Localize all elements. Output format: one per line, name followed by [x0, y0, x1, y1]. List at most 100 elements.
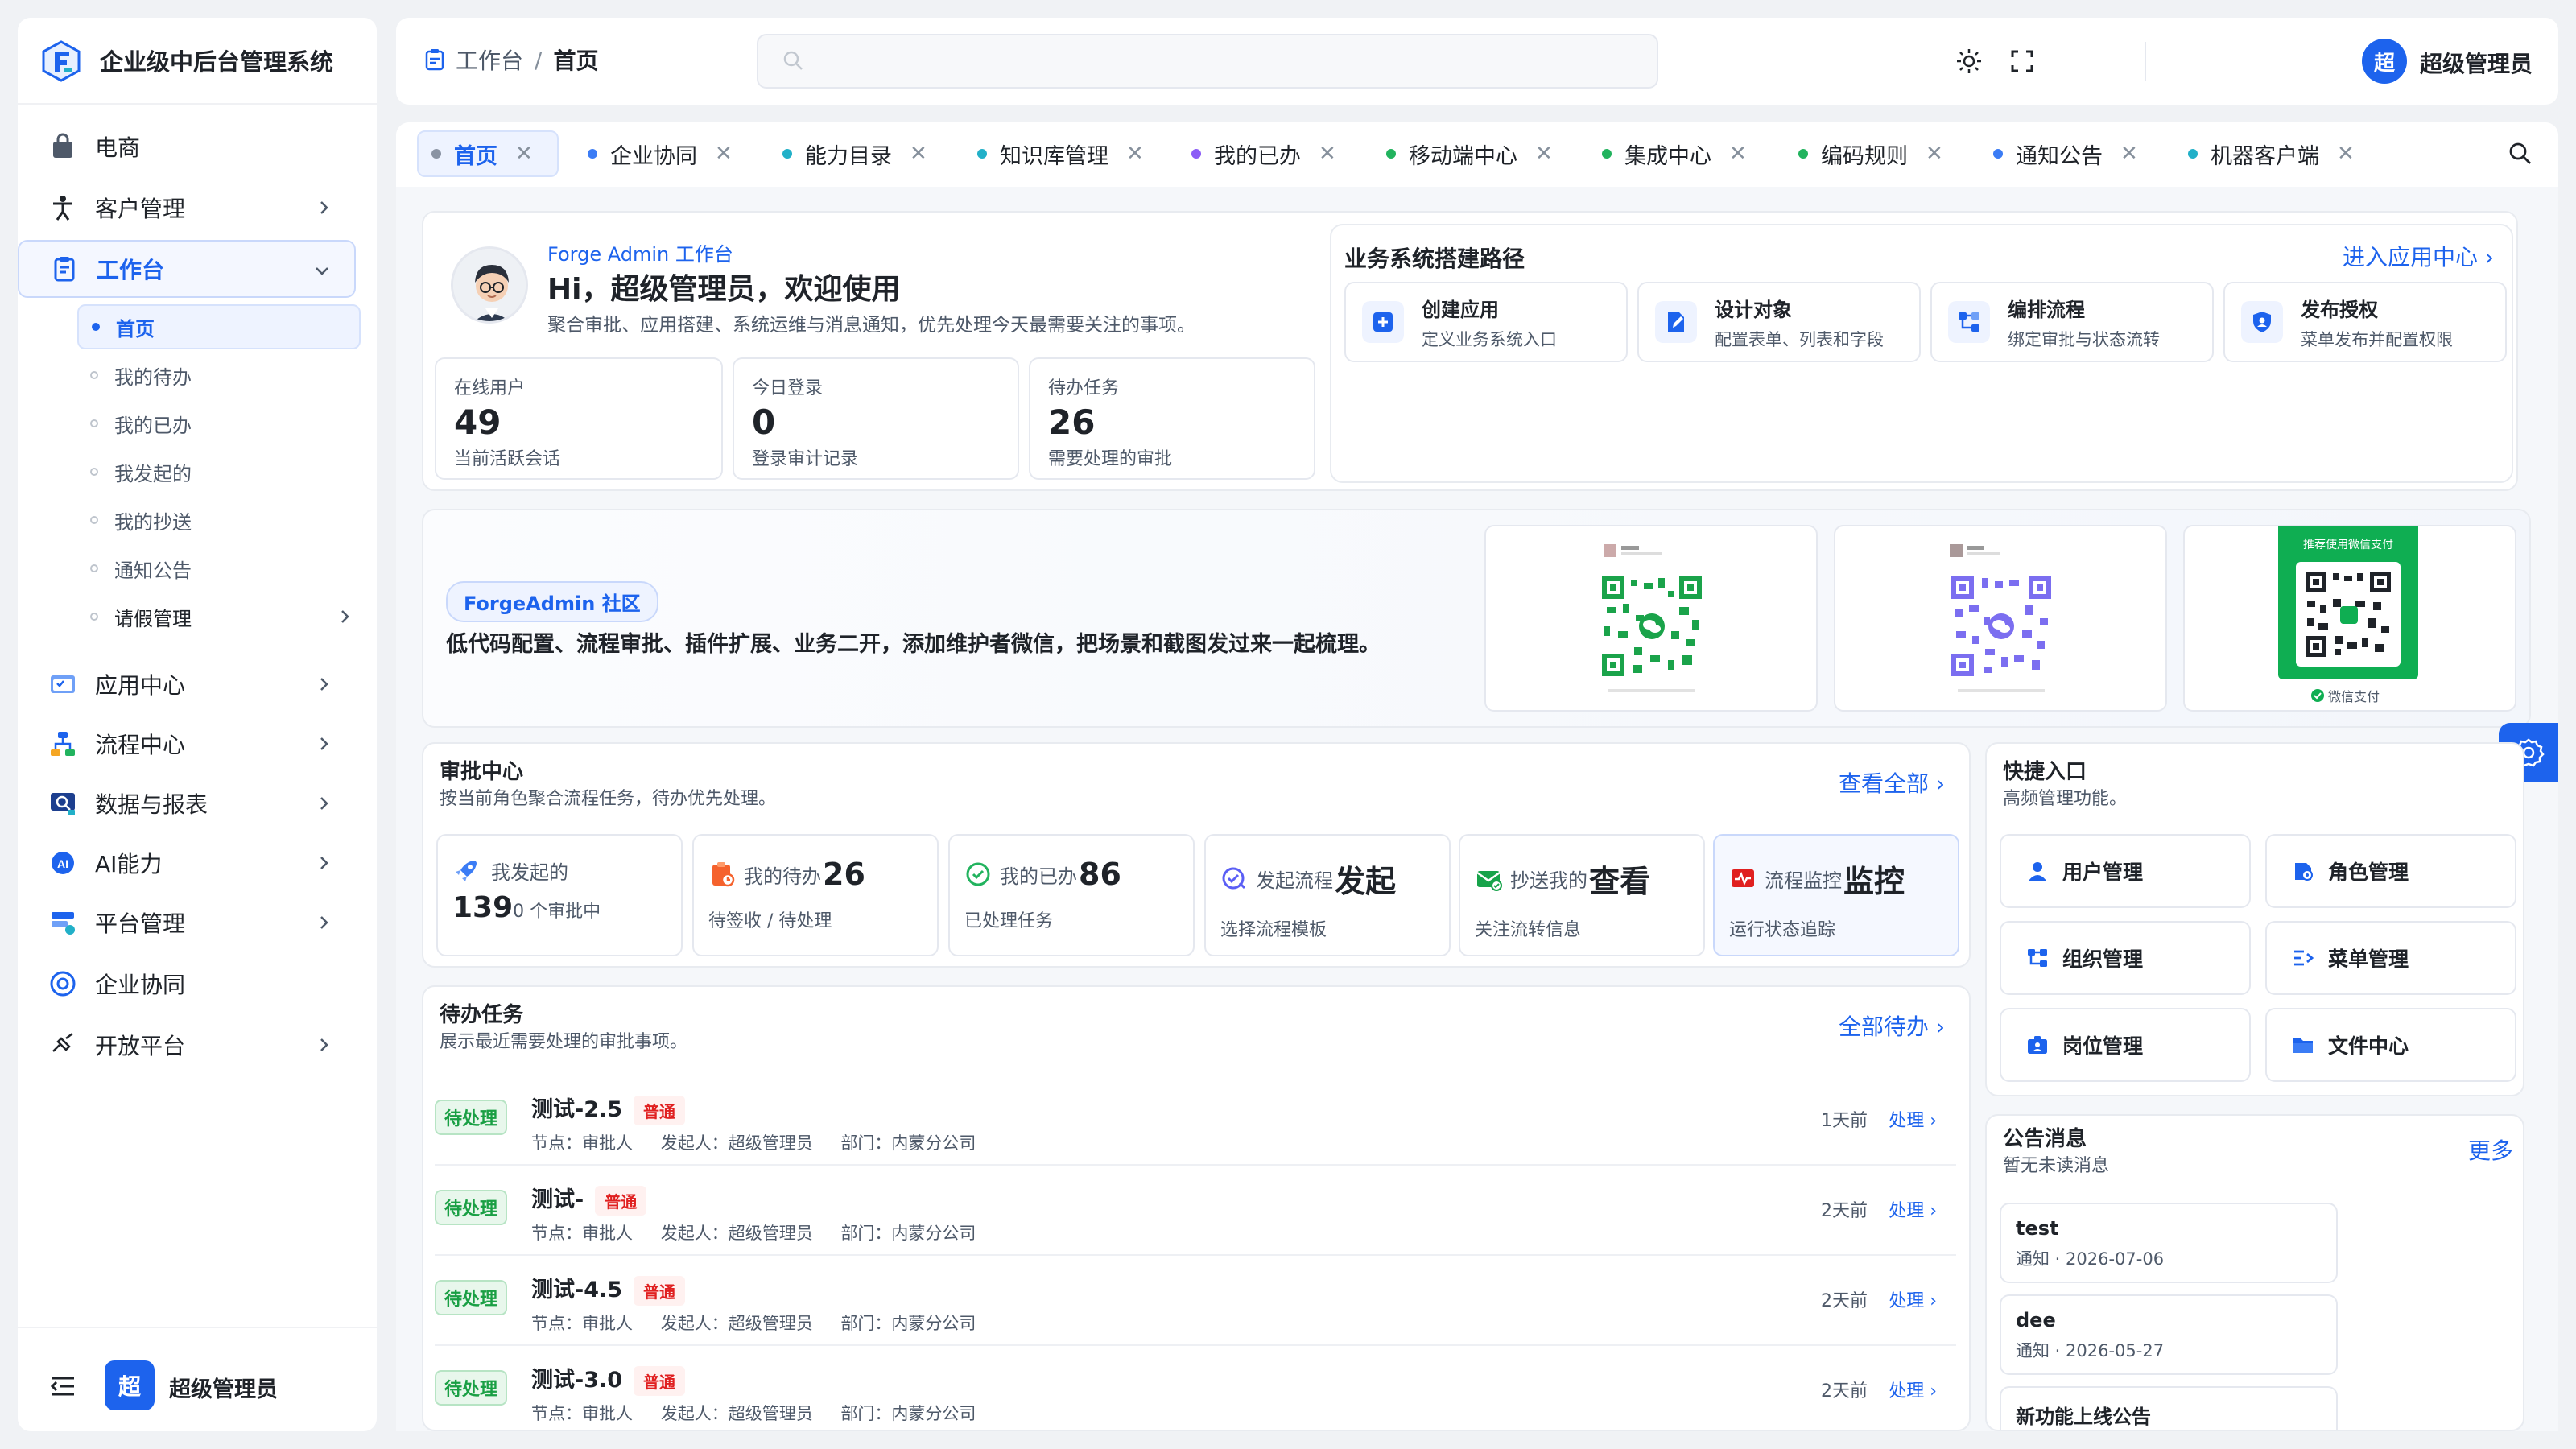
quick-user-management[interactable]: 用户管理: [2000, 834, 2251, 908]
close-icon[interactable]: ✕: [1319, 142, 1336, 166]
close-icon[interactable]: ✕: [2120, 142, 2138, 166]
quick-role-management[interactable]: 角色管理: [2265, 834, 2516, 908]
close-icon[interactable]: ✕: [1126, 142, 1144, 166]
dot: [90, 468, 98, 476]
sidebar-item-open-platform[interactable]: 开放平台: [18, 1016, 356, 1074]
svg-text:AI: AI: [57, 857, 68, 870]
sidebar-subitem-done[interactable]: 我的已办: [77, 401, 361, 446]
step-desc: 菜单发布并配置权限: [2301, 329, 2453, 349]
close-icon[interactable]: ✕: [1535, 142, 1553, 166]
sidebar-item-ai[interactable]: AI AI能力: [18, 834, 356, 892]
sidebar-item-data-report[interactable]: 数据与报表: [18, 774, 356, 832]
sidebar-subitem-label: 请假管理: [114, 607, 192, 630]
list-item[interactable]: 新功能上线公告: [2000, 1386, 2338, 1430]
approval-card-value: 26: [823, 857, 865, 892]
breadcrumb-parent[interactable]: 工作台: [456, 43, 523, 76]
close-icon[interactable]: ✕: [1729, 142, 1747, 166]
sidebar-item-ecommerce[interactable]: 电商: [18, 118, 356, 175]
header-user-name[interactable]: 超级管理员: [2420, 47, 2533, 79]
approval-card-start-flow[interactable]: 发起流程 发起 选择流程模板: [1204, 834, 1451, 956]
all-todo-link[interactable]: 全部待办 ›: [1839, 1009, 1945, 1042]
sidebar-subitem-todo[interactable]: 我的待办: [77, 353, 361, 398]
list-item[interactable]: dee 通知 · 2026-05-27: [2000, 1294, 2338, 1375]
sidebar-subitem-notice[interactable]: 通知公告: [77, 546, 361, 591]
header-user-avatar[interactable]: 超: [2362, 39, 2407, 84]
enter-app-center-link[interactable]: 进入应用中心 ›: [2343, 240, 2494, 272]
global-search[interactable]: [757, 34, 1658, 89]
fullscreen-button[interactable]: [2008, 47, 2037, 76]
tab-4[interactable]: 我的已办 ✕: [1191, 130, 1336, 177]
process-link[interactable]: 处理 ›: [1889, 1286, 1937, 1312]
step-orchestrate-flow[interactable]: 编排流程 绑定审批与状态流转: [1930, 282, 2214, 362]
table-row[interactable]: 待处理 测试- 普通 节点：审批人 发起人：超级管理员 部门：内蒙分公司 2天前 …: [435, 1166, 1956, 1256]
sidebar-user-avatar[interactable]: 超: [105, 1360, 155, 1410]
tab-color-dot: [1191, 149, 1201, 159]
sidebar-item-workbench[interactable]: 工作台: [18, 240, 356, 298]
tab-9[interactable]: 机器客户端 ✕: [2188, 130, 2355, 177]
approval-card-todo[interactable]: 我的待办 26 待签收 / 待处理: [692, 834, 939, 956]
tabs-search-button[interactable]: [2507, 140, 2534, 167]
sidebar-subitem-initiated[interactable]: 我发起的: [77, 449, 361, 494]
search-input[interactable]: [818, 43, 1639, 79]
fullscreen-icon: [2011, 50, 2033, 72]
close-icon[interactable]: ✕: [715, 142, 733, 166]
tab-2[interactable]: 能力目录 ✕: [782, 130, 927, 177]
quick-entry-label: 菜单管理: [2328, 947, 2409, 971]
theme-toggle-button[interactable]: [1955, 47, 1984, 76]
list-item[interactable]: test 通知 · 2026-07-06: [2000, 1203, 2338, 1283]
qr-code-icon: [1602, 544, 1702, 692]
avatar: [451, 246, 528, 324]
sidebar-item-platform[interactable]: 平台管理: [18, 894, 356, 952]
close-icon[interactable]: ✕: [1926, 142, 1943, 166]
approval-card-monitor[interactable]: 流程监控 监控 运行状态追踪: [1713, 834, 1959, 956]
quick-post-management[interactable]: 岗位管理: [2000, 1008, 2251, 1082]
tab-label: 机器客户端: [2211, 143, 2319, 169]
approval-card-done[interactable]: 我的已办 86 已处理任务: [948, 834, 1195, 956]
tab-5[interactable]: 移动端中心 ✕: [1386, 130, 1553, 177]
approval-card-label: 我的待办: [744, 865, 821, 888]
monitor-icon: [1732, 869, 1754, 887]
chevron-right-icon: [320, 916, 328, 929]
tab-6[interactable]: 集成中心 ✕: [1602, 130, 1747, 177]
close-icon[interactable]: ✕: [2337, 142, 2355, 166]
plug-icon: [47, 1029, 79, 1061]
quick-entry-label: 文件中心: [2328, 1034, 2409, 1058]
process-link[interactable]: 处理 ›: [1889, 1106, 1937, 1132]
notice-more-link[interactable]: 更多: [2468, 1133, 2513, 1166]
step-publish-auth[interactable]: 发布授权 菜单发布并配置权限: [2223, 282, 2507, 362]
tab-8[interactable]: 通知公告 ✕: [1993, 130, 2138, 177]
sidebar-subitem-leave[interactable]: 请假管理: [77, 594, 361, 639]
step-design-object[interactable]: 设计对象 配置表单、列表和字段: [1637, 282, 1921, 362]
quick-menu-management[interactable]: 菜单管理: [2265, 921, 2516, 995]
sidebar-item-process-center[interactable]: 流程中心: [18, 715, 356, 773]
table-row[interactable]: 待处理 测试-2.5 普通 节点：审批人 发起人：超级管理员 部门：内蒙分公司 1…: [435, 1075, 1956, 1166]
sidebar-user-name[interactable]: 超级管理员: [169, 1372, 278, 1403]
collapse-menu-button[interactable]: [48, 1372, 77, 1401]
approval-card-initiated[interactable]: 我发起的 1390 个审批中: [436, 834, 683, 956]
tab-7[interactable]: 编码规则 ✕: [1798, 130, 1943, 177]
process-link[interactable]: 处理 ›: [1889, 1196, 1937, 1222]
process-link[interactable]: 处理 ›: [1889, 1377, 1937, 1402]
table-row[interactable]: 待处理 测试-3.0 普通 节点：审批人 发起人：超级管理员 部门：内蒙分公司 2…: [435, 1346, 1956, 1430]
step-create-app[interactable]: 创建应用 定义业务系统入口: [1344, 282, 1628, 362]
sidebar-item-app-center[interactable]: 应用中心: [18, 655, 356, 713]
quick-file-center[interactable]: 文件中心: [2265, 1008, 2516, 1082]
close-icon[interactable]: ✕: [910, 142, 927, 166]
task-initiator: 发起人：超级管理员: [660, 1133, 813, 1153]
clipboard-icon: [425, 49, 444, 71]
sidebar-subitem-home[interactable]: 首页: [77, 304, 361, 349]
close-icon[interactable]: ✕: [515, 142, 533, 166]
tab-3[interactable]: 知识库管理 ✕: [977, 130, 1144, 177]
sidebar-item-customer[interactable]: 客户管理: [18, 179, 356, 237]
approval-card-label: 抄送我的: [1510, 869, 1587, 892]
sidebar-subitem-cc[interactable]: 我的抄送: [77, 497, 361, 543]
table-row[interactable]: 待处理 测试-4.5 普通 节点：审批人 发起人：超级管理员 部门：内蒙分公司 2…: [435, 1256, 1956, 1346]
tab-1[interactable]: 企业协同 ✕: [588, 130, 733, 177]
welcome-desc: 聚合审批、应用搭建、系统运维与消息通知，优先处理今天最需要关注的事项。: [547, 315, 1195, 336]
tab-0[interactable]: 首页 ✕: [431, 130, 533, 177]
tab-color-dot: [1386, 149, 1396, 159]
view-all-link[interactable]: 查看全部 ›: [1839, 766, 1945, 799]
sidebar-item-collab[interactable]: 企业协同: [18, 955, 356, 1013]
quick-org-management[interactable]: 组织管理: [2000, 921, 2251, 995]
approval-card-cc[interactable]: 抄送我的 查看 关注流转信息: [1459, 834, 1705, 956]
